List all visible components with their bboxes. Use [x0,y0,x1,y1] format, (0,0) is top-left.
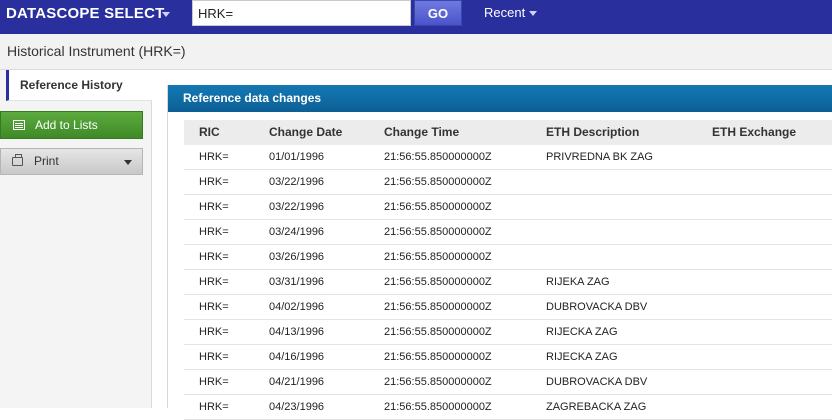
cell-change-time: 21:56:55.850000000Z [384,401,492,413]
search-input[interactable] [192,0,411,26]
cell-change-time: 21:56:55.850000000Z [384,276,492,288]
cell-ric: HRK= [199,376,229,388]
cell-change-time: 21:56:55.850000000Z [384,351,492,363]
cell-change-date: 01/01/1996 [269,151,325,163]
cell-ric: HRK= [199,301,229,313]
cell-eth-description: PRIVREDNA BK ZAG [546,151,653,163]
cell-change-date: 04/23/1996 [269,401,325,413]
cell-change-date: 03/22/1996 [269,201,325,213]
app-title[interactable]: DATASCOPE SELECT [6,5,165,23]
cell-ric: HRK= [199,151,229,163]
column-header-eth-exchange[interactable]: ETH Exchange [712,120,796,145]
sidebar: Reference History Add to Lists Print [0,70,152,408]
table-body: HRK= 01/01/1996 21:56:55.850000000Z PRIVRED… [184,145,832,420]
table-row[interactable]: HRK= 03/24/1996 21:56:55.850000000Z [184,220,832,245]
table-header: RIC Change Date Change Time ETH Descript… [184,120,832,145]
table-row[interactable]: HRK= 03/22/1996 21:56:55.850000000Z [184,170,832,195]
cell-eth-description: RIJECKA ZAG [546,326,618,338]
cell-change-date: 03/31/1996 [269,276,325,288]
print-button[interactable]: Print [0,148,143,175]
cell-change-date: 04/02/1996 [269,301,325,313]
cell-change-date: 03/24/1996 [269,226,325,238]
print-label: Print [34,154,59,168]
chevron-down-icon[interactable] [162,12,170,17]
printer-icon [12,154,23,166]
page-header: Historical Instrument (HRK=) [0,34,832,70]
column-header-change-time[interactable]: Change Time [384,120,459,145]
list-icon [13,120,25,130]
cell-ric: HRK= [199,276,229,288]
cell-change-time: 21:56:55.850000000Z [384,151,492,163]
cell-ric: HRK= [199,401,229,413]
table-row[interactable]: HRK= 04/13/1996 21:56:55.850000000Z RIJECKA… [184,320,832,345]
reference-changes-panel: Reference data changes RIC Change Date C… [167,85,832,420]
cell-ric: HRK= [199,226,229,238]
cell-ric: HRK= [199,251,229,263]
chevron-down-icon[interactable] [124,160,132,165]
table-row[interactable]: HRK= 01/01/1996 21:56:55.850000000Z PRIVRED… [184,145,832,170]
cell-change-date: 03/22/1996 [269,176,325,188]
table-row[interactable]: HRK= 03/22/1996 21:56:55.850000000Z [184,195,832,220]
table-row[interactable]: HRK= 04/16/1996 21:56:55.850000000Z RIJECKA… [184,345,832,370]
cell-change-date: 04/13/1996 [269,326,325,338]
column-header-eth-description[interactable]: ETH Description [546,120,639,145]
cell-change-time: 21:56:55.850000000Z [384,251,492,263]
cell-change-time: 21:56:55.850000000Z [384,301,492,313]
add-to-lists-button[interactable]: Add to Lists [0,111,143,139]
cell-change-time: 21:56:55.850000000Z [384,176,492,188]
cell-change-time: 21:56:55.850000000Z [384,201,492,213]
cell-change-time: 21:56:55.850000000Z [384,226,492,238]
cell-eth-description: ZAGREBACKA ZAG [546,401,647,413]
tab-reference-history[interactable]: Reference History [6,70,152,101]
cell-change-date: 04/16/1996 [269,351,325,363]
column-header-ric[interactable]: RIC [199,120,220,145]
panel-title: Reference data changes [168,85,832,112]
cell-eth-description: RIJECKA ZAG [546,351,618,363]
chevron-down-icon[interactable] [529,11,537,16]
add-to-lists-label: Add to Lists [35,118,98,132]
recent-menu[interactable]: Recent [484,5,525,21]
table-row[interactable]: HRK= 03/31/1996 21:56:55.850000000Z RIJEKA … [184,270,832,295]
table-row[interactable]: HRK= 04/02/1996 21:56:55.850000000Z DUBROVA… [184,295,832,320]
table-row[interactable]: HRK= 04/21/1996 21:56:55.850000000Z DUBROVA… [184,370,832,395]
cell-eth-description: DUBROVACKA DBV [546,301,648,313]
top-nav-bar: DATASCOPE SELECT GO Recent [0,0,832,34]
cell-ric: HRK= [199,176,229,188]
cell-change-time: 21:56:55.850000000Z [384,326,492,338]
cell-change-date: 04/21/1996 [269,376,325,388]
cell-ric: HRK= [199,351,229,363]
cell-eth-description: DUBROVACKA DBV [546,376,648,388]
cell-ric: HRK= [199,201,229,213]
table-row[interactable]: HRK= 03/26/1996 21:56:55.850000000Z [184,245,832,270]
cell-eth-description: RIJEKA ZAG [546,276,610,288]
go-button[interactable]: GO [414,0,462,26]
column-header-change-date[interactable]: Change Date [269,120,342,145]
cell-change-date: 03/26/1996 [269,251,325,263]
page-title: Historical Instrument (HRK=) [7,43,186,59]
cell-change-time: 21:56:55.850000000Z [384,376,492,388]
cell-ric: HRK= [199,326,229,338]
